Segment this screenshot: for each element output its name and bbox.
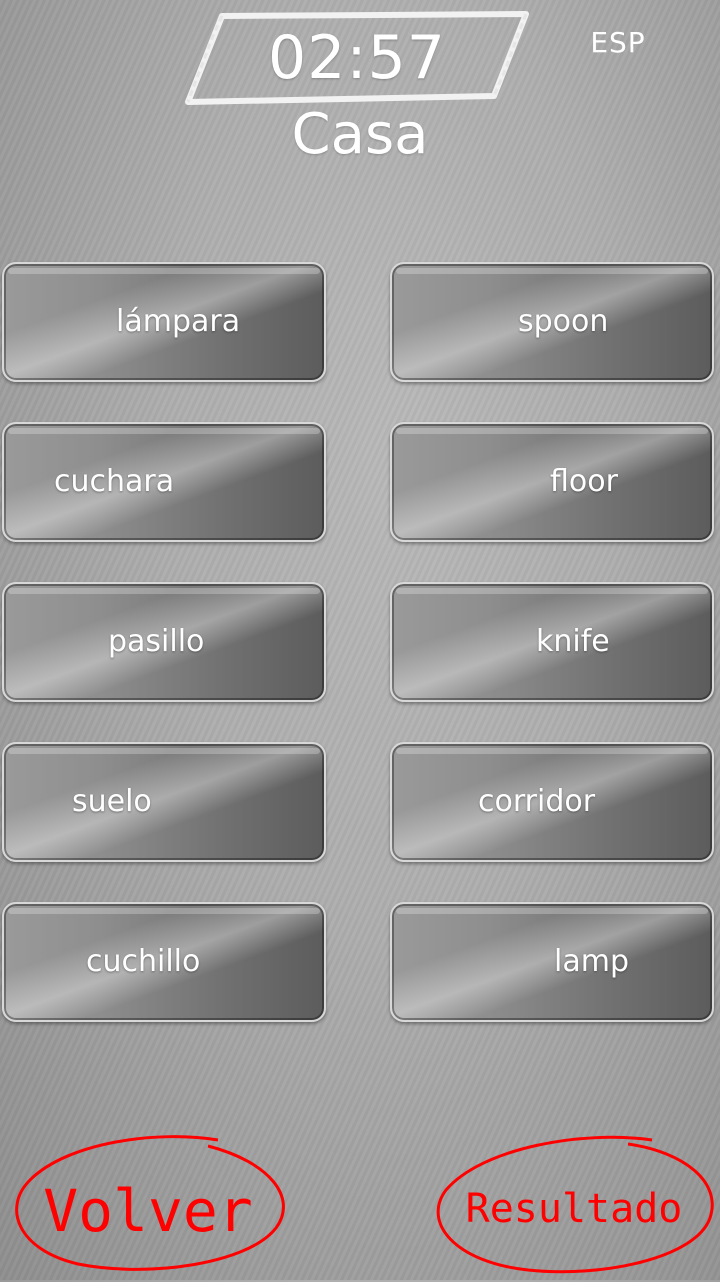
word-tile-label: lámpara <box>116 304 241 339</box>
word-tile-label: knife <box>536 624 610 659</box>
result-button[interactable]: Resultado <box>432 1134 716 1276</box>
word-tile-label: corridor <box>478 784 596 819</box>
word-tile-right-4[interactable]: corridor <box>390 742 714 862</box>
word-tile-label: cuchillo <box>86 944 201 979</box>
word-tile-label: pasillo <box>108 624 205 659</box>
word-tile-label: suelo <box>72 784 152 819</box>
word-tile-left-5[interactable]: cuchillo <box>2 902 326 1022</box>
back-button[interactable]: Volver <box>8 1132 288 1274</box>
word-tile-right-3[interactable]: knife <box>390 582 714 702</box>
category-title: Casa <box>291 102 429 167</box>
word-tile-right-5[interactable]: lamp <box>390 902 714 1022</box>
timer-text: 02:57 <box>268 23 446 93</box>
timer-display: 02:57 <box>182 10 532 106</box>
word-tile-left-4[interactable]: suelo <box>2 742 326 862</box>
word-tile-label: floor <box>550 464 618 499</box>
word-tile-left-3[interactable]: pasillo <box>2 582 326 702</box>
word-tile-label: spoon <box>518 304 609 339</box>
word-tile-label: cuchara <box>54 464 175 499</box>
word-tile-left-2[interactable]: cuchara <box>2 422 326 542</box>
back-button-label: Volver <box>43 1177 253 1245</box>
word-tile-left-1[interactable]: lámpara <box>2 262 326 382</box>
result-button-label: Resultado <box>465 1186 683 1232</box>
word-tile-right-2[interactable]: floor <box>390 422 714 542</box>
language-toggle[interactable]: ESP <box>578 26 658 59</box>
word-tile-label: lamp <box>554 944 629 979</box>
word-tile-right-1[interactable]: spoon <box>390 262 714 382</box>
